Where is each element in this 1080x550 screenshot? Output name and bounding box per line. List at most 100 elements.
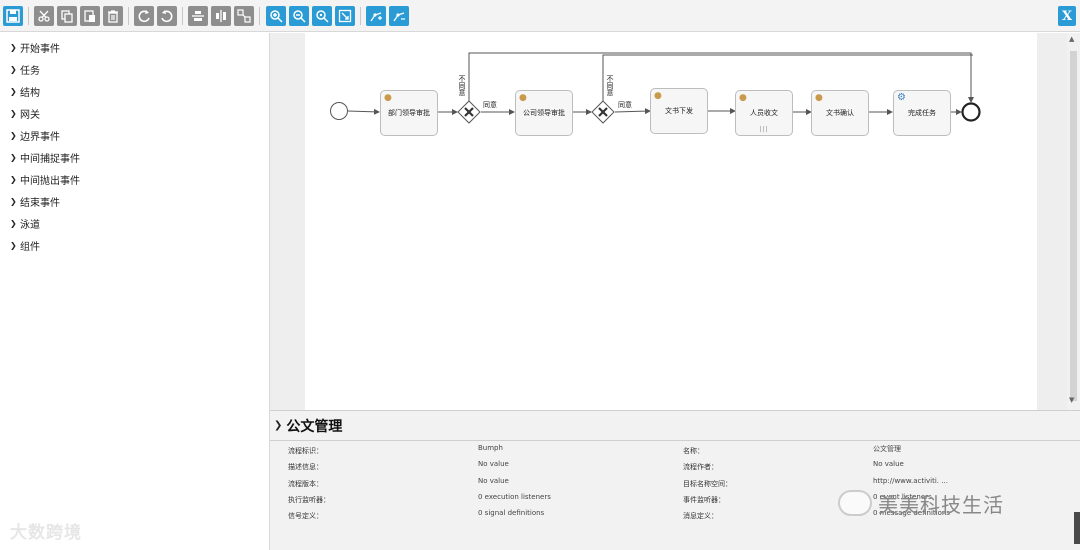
toolbar: X (0, 0, 1080, 32)
watermark-right-text: 美美科技生活 (878, 492, 1004, 517)
chevron-right-icon: ❯ (10, 174, 17, 184)
palette-group-structural[interactable]: ❯ 结构 (10, 82, 40, 100)
prop-label: 事件监听器： (683, 496, 725, 504)
user-task[interactable]: ● 文书下发 (650, 88, 708, 134)
palette-group-label: 网关 (20, 109, 40, 121)
start-event[interactable] (330, 102, 348, 120)
user-icon: ● (815, 93, 823, 103)
zoom-in-icon (270, 10, 283, 23)
zoom-in-button[interactable] (266, 6, 286, 26)
palette-group-throwing-events[interactable]: ❯ 中间抛出事件 (10, 170, 80, 188)
zoom-actual-button[interactable] (312, 6, 332, 26)
palette-group-label: 中间抛出事件 (20, 175, 80, 187)
palette-group-label: 中间捕捉事件 (20, 153, 80, 165)
toolbar-separator (259, 7, 260, 25)
zoom-out-button[interactable] (289, 6, 309, 26)
user-task[interactable]: ● 文书确认 (811, 90, 869, 136)
scrollbar-thumb[interactable] (1070, 51, 1077, 401)
palette-group-label: 结构 (20, 87, 40, 99)
palette-group-end-events[interactable]: ❯ 结束事件 (10, 192, 60, 210)
sequence-flow[interactable] (614, 108, 651, 115)
palette-group-gateways[interactable]: ❯ 网关 (10, 104, 40, 122)
canvas-area: 不同意 同意 不同意 同意 ● 部门领导审批 ● 公司领导审批 ● 文书下发 ●… (270, 33, 1080, 410)
canvas-scrollbar[interactable]: ▲ ▼ (1067, 33, 1080, 410)
properties-panel: ❯ 公文管理 流程标识： Bumph 名称： 公文管理 描述信息： No val… (270, 410, 1080, 550)
align-vertical-icon (192, 11, 204, 21)
close-button[interactable]: X (1058, 6, 1076, 26)
bendpoint-add-button[interactable] (366, 6, 386, 26)
end-event[interactable] (961, 102, 981, 122)
copy-icon (61, 10, 73, 23)
palette-group-artifacts[interactable]: ❯ 组件 (10, 236, 40, 254)
shape-palette: ❯ 开始事件 ❯ 任务 ❯ 结构 ❯ 网关 ❯ 边界事件 ❯ 中间捕捉事件 ❯ 中间抛出事件 … (0, 33, 270, 550)
edge-handle[interactable] (1074, 512, 1080, 544)
task-label: 完成任务 (908, 109, 936, 117)
redo-button[interactable] (134, 6, 154, 26)
palette-group-label: 开始事件 (20, 43, 60, 55)
align-vertical-button[interactable] (188, 6, 208, 26)
palette-group-label: 边界事件 (20, 131, 60, 143)
palette-group-start-events[interactable]: ❯ 开始事件 (10, 38, 60, 56)
task-label: 公司领导审批 (523, 109, 565, 117)
same-size-icon (237, 9, 251, 23)
prop-value-name[interactable]: 公文管理 (873, 444, 901, 454)
prop-label: 流程作者： (683, 463, 718, 471)
prop-value-documentation[interactable]: No value (478, 460, 509, 468)
diagram-canvas[interactable]: 不同意 同意 不同意 同意 ● 部门领导审批 ● 公司领导审批 ● 文书下发 ●… (305, 33, 1037, 410)
prop-value-signal-definitions[interactable]: 0 signal definitions (478, 509, 544, 517)
palette-group-boundary-events[interactable]: ❯ 边界事件 (10, 126, 60, 144)
flow-label-approve-2: 同意 (618, 101, 632, 109)
prop-value-execution-listeners[interactable]: 0 execution listeners (478, 493, 551, 501)
undo-button[interactable] (157, 6, 177, 26)
chevron-right-icon: ❯ (10, 196, 17, 206)
user-task[interactable]: ● 公司领导审批 (515, 90, 573, 136)
prop-value-namespace[interactable]: http://www.activiti. ... (873, 477, 948, 485)
prop-value-author[interactable]: No value (873, 460, 904, 468)
service-task[interactable]: ⚙ 完成任务 (893, 90, 951, 136)
chevron-right-icon: ❯ (10, 152, 17, 162)
user-icon: ● (519, 93, 527, 103)
task-label: 部门领导审批 (388, 109, 430, 117)
palette-group-label: 组件 (20, 241, 40, 253)
prop-label: 描述信息： (288, 463, 323, 471)
cut-button[interactable] (34, 6, 54, 26)
prop-label: 执行监听器： (288, 496, 330, 504)
prop-label: 消息定义： (683, 512, 718, 520)
sequence-flow[interactable] (347, 108, 380, 115)
task-label: 人员收文 (750, 109, 778, 117)
align-horizontal-icon (216, 10, 226, 22)
scroll-up-icon[interactable]: ▲ (1069, 35, 1074, 43)
copy-button[interactable] (57, 6, 77, 26)
palette-group-tasks[interactable]: ❯ 任务 (10, 60, 40, 78)
user-task[interactable]: ● 部门领导审批 (380, 90, 438, 136)
chevron-down-icon[interactable]: ❯ (274, 420, 282, 431)
redo-icon (138, 10, 150, 23)
palette-group-catching-events[interactable]: ❯ 中间捕捉事件 (10, 148, 80, 166)
multi-instance-icon: ||| (759, 126, 769, 133)
toolbar-separator (128, 7, 129, 25)
trash-icon (108, 10, 118, 23)
chevron-right-icon: ❯ (10, 42, 17, 52)
align-horizontal-button[interactable] (211, 6, 231, 26)
zoom-fit-button[interactable] (335, 6, 355, 26)
same-size-button[interactable] (234, 6, 254, 26)
flow-label-reject-1: 不同意 (458, 75, 466, 96)
task-label: 文书下发 (665, 107, 693, 115)
bendpoint-remove-button[interactable] (389, 6, 409, 26)
delete-button[interactable] (103, 6, 123, 26)
user-icon: ● (739, 93, 747, 103)
palette-group-swimlanes[interactable]: ❯ 泳道 (10, 214, 40, 232)
prop-value-process-id[interactable]: Bumph (478, 444, 503, 452)
chevron-right-icon: ❯ (10, 86, 17, 96)
paste-button[interactable] (80, 6, 100, 26)
prop-value-version[interactable]: No value (478, 477, 509, 485)
user-task[interactable]: ● 人员收文 ||| (735, 90, 793, 136)
zoom-actual-icon (316, 10, 329, 23)
scroll-down-icon[interactable]: ▼ (1069, 396, 1074, 404)
save-button[interactable] (3, 6, 23, 26)
properties-header[interactable]: ❯ 公文管理 (270, 411, 1080, 441)
chevron-right-icon: ❯ (10, 218, 17, 228)
properties-title: 公文管理 (286, 418, 343, 435)
zoom-out-icon (293, 10, 306, 23)
toolbar-separator (28, 7, 29, 25)
